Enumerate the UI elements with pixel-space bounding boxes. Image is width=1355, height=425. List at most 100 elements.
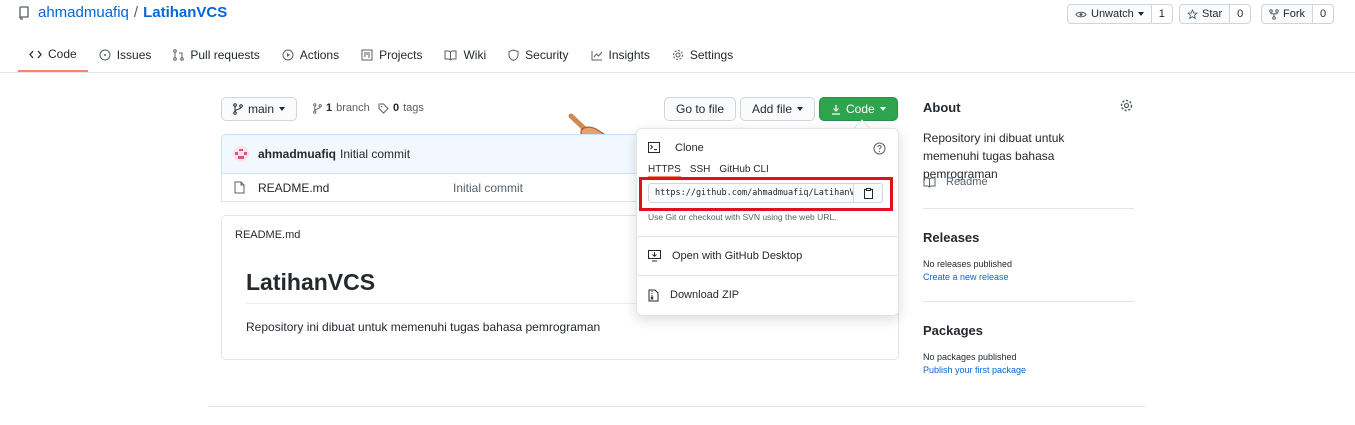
tab-pull-requests[interactable]: Pull requests <box>162 38 270 72</box>
repo-owner-link[interactable]: ahmadmuafiq <box>38 4 129 21</box>
shield-icon <box>508 49 519 61</box>
clone-protocol-tabs: HTTPS SSH GitHub CLI <box>648 164 778 178</box>
tab-security-label: Security <box>525 48 569 62</box>
tab-issues[interactable]: Issues <box>88 38 163 72</box>
tabs-divider <box>0 72 1355 73</box>
watch-label: Unwatch <box>1091 8 1134 20</box>
play-icon <box>282 49 294 61</box>
readme-filename[interactable]: README.md <box>235 229 300 241</box>
tags-count: 0 <box>393 102 400 114</box>
add-file-label: Add file <box>752 102 793 116</box>
code-button[interactable]: Code <box>819 97 898 121</box>
tag-icon <box>378 103 389 114</box>
branch-icon <box>233 103 243 115</box>
terminal-icon <box>648 142 660 153</box>
star-count[interactable]: 0 <box>1230 5 1251 23</box>
code-button-label: Code <box>846 102 875 116</box>
go-to-file-button[interactable]: Go to file <box>664 97 737 121</box>
tab-insights-label: Insights <box>608 48 650 62</box>
tab-https[interactable]: HTTPS <box>648 164 681 178</box>
book-icon <box>923 177 936 188</box>
download-zip-item[interactable]: Download ZIP <box>637 276 898 314</box>
tab-wiki-label: Wiki <box>463 48 487 62</box>
releases-empty-text: No releases published <box>923 259 1013 269</box>
sidebar-divider <box>923 301 1134 302</box>
clone-title: Clone <box>675 142 704 154</box>
eye-icon <box>1075 10 1087 19</box>
go-to-file-label: Go to file <box>676 102 725 116</box>
project-icon <box>361 49 373 61</box>
gear-icon[interactable] <box>1120 99 1133 112</box>
watch-count[interactable]: 1 <box>1151 5 1172 23</box>
chevron-down-icon <box>797 107 804 111</box>
add-file-button[interactable]: Add file <box>740 97 816 121</box>
tab-projects-label: Projects <box>379 48 423 62</box>
chevron-down-icon <box>1137 12 1144 16</box>
sidebar-divider <box>923 208 1134 209</box>
clone-hint: Use Git or checkout with SVN using the w… <box>648 212 837 222</box>
tab-settings[interactable]: Settings <box>661 38 744 72</box>
branches-count: 1 <box>326 102 333 114</box>
tab-actions-label: Actions <box>299 48 340 62</box>
open-desktop-item[interactable]: Open with GitHub Desktop <box>637 237 898 275</box>
tags-link[interactable]: 0 tags <box>378 102 424 114</box>
download-icon <box>831 104 841 115</box>
create-release-link[interactable]: Create a new release <box>923 272 1009 282</box>
branch-name: main <box>248 102 275 116</box>
chevron-down-icon <box>279 107 286 111</box>
branch-icon <box>313 102 322 114</box>
fork-button[interactable]: Fork 0 <box>1261 4 1334 24</box>
tab-security[interactable]: Security <box>497 38 579 72</box>
branches-link[interactable]: 1 branch <box>313 102 370 114</box>
repo-name-link[interactable]: LatihanVCS <box>143 4 227 21</box>
download-zip-label: Download ZIP <box>670 289 740 301</box>
star-icon <box>1187 8 1198 20</box>
watch-button[interactable]: Unwatch 1 <box>1067 4 1173 24</box>
releases-heading[interactable]: Releases <box>923 230 979 245</box>
file-zip-icon <box>648 289 659 302</box>
avatar[interactable] <box>232 145 250 163</box>
branches-label: branch <box>336 102 370 114</box>
file-name[interactable]: README.md <box>258 181 453 195</box>
help-icon[interactable] <box>873 142 886 155</box>
repo-icon <box>18 5 30 20</box>
chevron-down-icon <box>879 107 886 111</box>
packages-empty-text: No packages published <box>923 352 1017 362</box>
fork-count[interactable]: 0 <box>1313 5 1333 23</box>
url-highlight-box <box>639 177 893 211</box>
readme-heading: LatihanVCS <box>246 269 376 295</box>
tab-insights[interactable]: Insights <box>580 38 661 72</box>
tab-actions[interactable]: Actions <box>271 38 350 72</box>
star-button[interactable]: Star 0 <box>1179 4 1252 24</box>
book-icon <box>444 50 457 61</box>
tab-code-label: Code <box>48 47 77 61</box>
tab-github-cli[interactable]: GitHub CLI <box>719 164 768 178</box>
tab-pull-requests-label: Pull requests <box>190 48 260 62</box>
branch-select-button[interactable]: main <box>221 97 298 121</box>
file-icon <box>234 181 245 194</box>
tags-label: tags <box>403 102 424 114</box>
about-description: Repository ini dibuat untuk memenuhi tug… <box>923 131 1065 181</box>
star-label: Star <box>1202 8 1223 20</box>
tab-code[interactable]: Code <box>18 38 88 72</box>
tab-projects[interactable]: Projects <box>350 38 433 72</box>
about-heading: About <box>923 100 961 115</box>
fork-label: Fork <box>1283 8 1305 20</box>
readme-link-label: Readme <box>946 176 988 188</box>
file-commit-message[interactable]: Initial commit <box>453 181 523 195</box>
readme-sidebar-link[interactable]: Readme <box>923 176 988 188</box>
footer-divider <box>208 406 1145 407</box>
repo-nav-tabs: Code Issues Pull requests Actions Projec… <box>18 38 744 72</box>
desktop-download-icon <box>648 250 661 262</box>
tab-ssh[interactable]: SSH <box>690 164 711 178</box>
tab-settings-label: Settings <box>689 48 734 62</box>
graph-icon <box>591 50 603 61</box>
tab-wiki[interactable]: Wiki <box>433 38 497 72</box>
tab-issues-label: Issues <box>116 48 152 62</box>
commit-author[interactable]: ahmadmuafiq <box>258 147 336 161</box>
commit-message[interactable]: Initial commit <box>340 147 410 161</box>
issue-icon <box>99 49 111 61</box>
packages-heading[interactable]: Packages <box>923 323 983 338</box>
publish-package-link[interactable]: Publish your first package <box>923 365 1026 375</box>
pull-request-icon <box>173 49 185 61</box>
